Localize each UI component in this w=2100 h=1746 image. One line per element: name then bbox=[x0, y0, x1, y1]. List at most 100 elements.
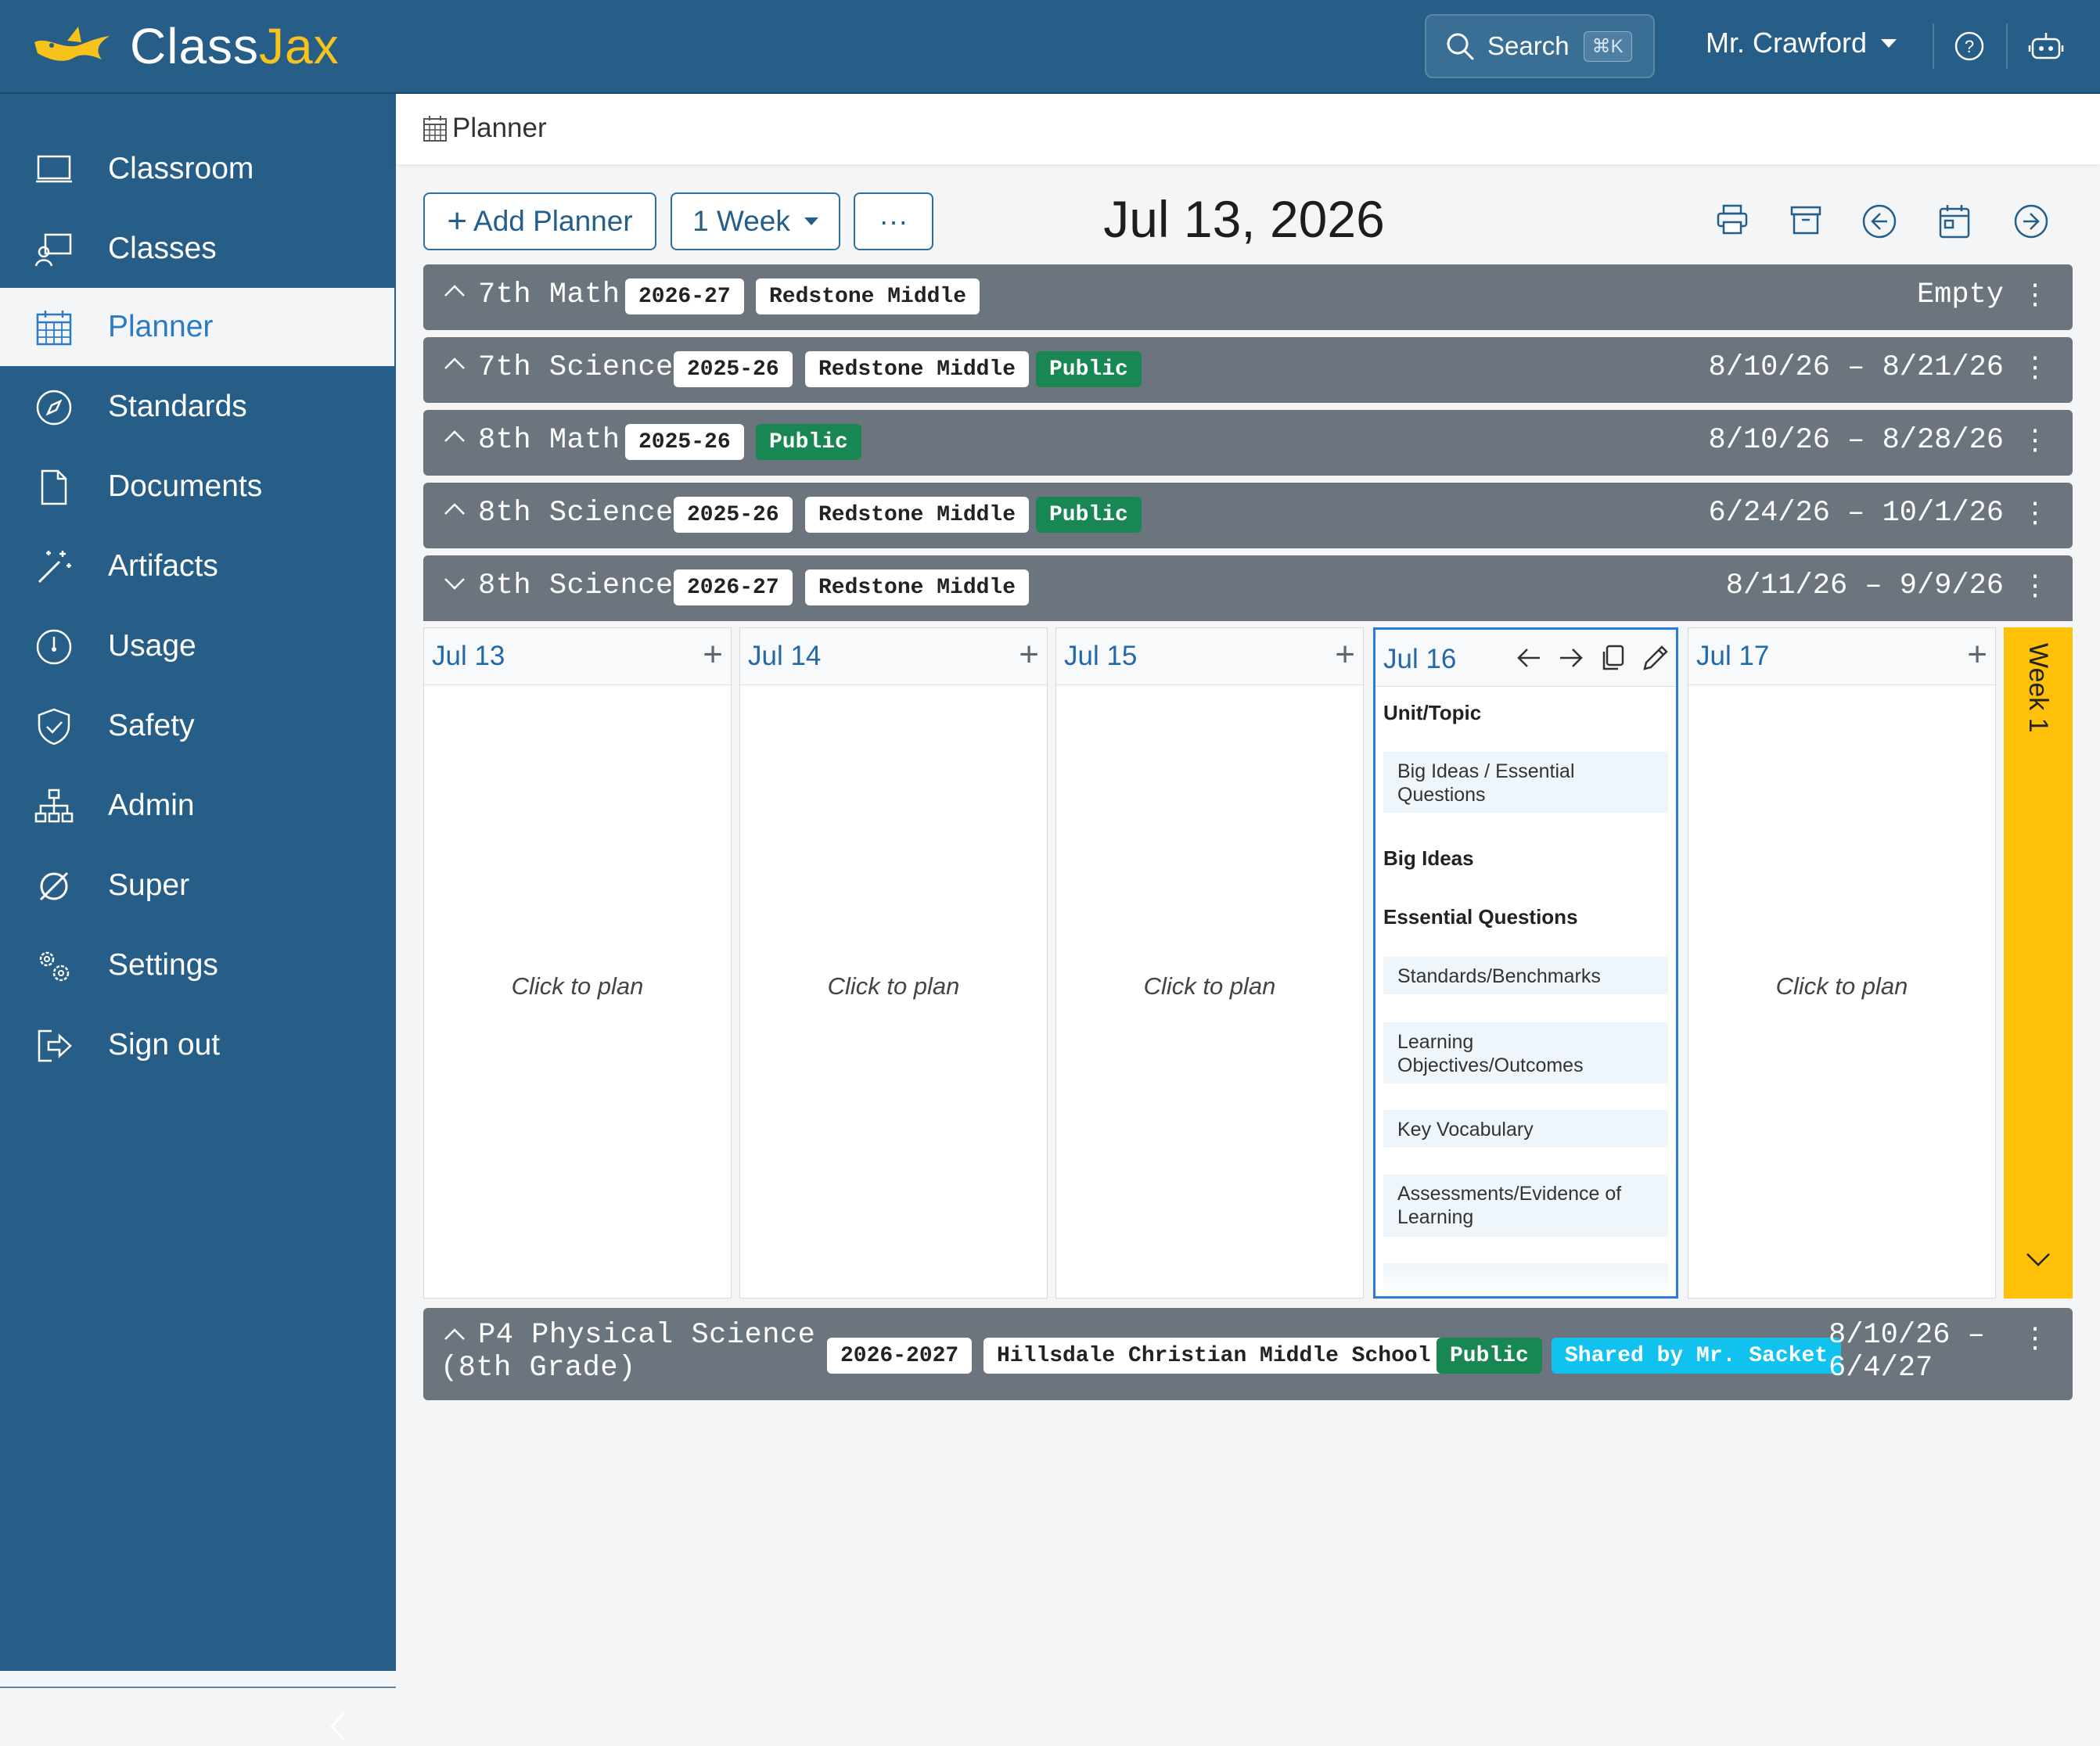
planner-row-expanded[interactable]: 8th Science 2026-27 Redstone Middle 8/11… bbox=[423, 555, 2073, 621]
day-column[interactable]: Jul 17 + Click to plan bbox=[1688, 627, 1996, 1299]
planner-row[interactable]: P4 Physical Science (8th Grade) 2026-202… bbox=[423, 1308, 2073, 1400]
sidebar-item-admin[interactable]: Admin bbox=[0, 767, 396, 845]
school-badge: Redstone Middle bbox=[756, 278, 980, 314]
add-lesson-icon[interactable]: + bbox=[703, 638, 723, 672]
calendar-today-icon[interactable] bbox=[1938, 203, 1971, 239]
previous-week-icon[interactable] bbox=[1861, 203, 1897, 239]
sidebar-item-super[interactable]: Super bbox=[0, 846, 396, 925]
section-unit-topic: Unit/Topic bbox=[1383, 701, 1482, 724]
search-label: Search bbox=[1487, 31, 1570, 60]
kebab-menu-icon[interactable]: ⋮ bbox=[2021, 353, 2049, 381]
user-name: Mr. Crawford bbox=[1706, 27, 1868, 59]
kebab-menu-icon[interactable]: ⋮ bbox=[2021, 1324, 2049, 1352]
current-date: Jul 13, 2026 bbox=[1103, 190, 1385, 248]
kebab-menu-icon[interactable]: ⋮ bbox=[2021, 280, 2049, 308]
shared-badge: Shared by Mr. Sacket bbox=[1552, 1338, 1842, 1374]
sidebar-item-usage[interactable]: Usage bbox=[0, 607, 396, 685]
robot-icon[interactable] bbox=[2028, 30, 2064, 63]
add-lesson-icon[interactable]: + bbox=[1967, 638, 1987, 672]
lesson-section-assessments[interactable]: Assessments/Evidence of Learning bbox=[1383, 1174, 1668, 1237]
week-select[interactable]: 1 Week bbox=[671, 192, 840, 250]
add-lesson-icon[interactable]: + bbox=[1335, 638, 1355, 672]
help-icon[interactable]: ? bbox=[1953, 30, 1986, 63]
sidebar-item-sign-out[interactable]: Sign out bbox=[0, 1006, 396, 1084]
print-icon[interactable] bbox=[1716, 203, 1749, 236]
day-label: Jul 16 bbox=[1383, 644, 1457, 674]
more-icon: ··· bbox=[879, 205, 908, 237]
sidebar-item-label: Super bbox=[108, 868, 190, 902]
search-button[interactable]: Search ⌘K bbox=[1425, 14, 1655, 78]
sidebar-item-classroom[interactable]: Classroom bbox=[0, 130, 396, 208]
logo[interactable]: ClassJax bbox=[31, 17, 340, 75]
click-to-plan[interactable]: Click to plan bbox=[740, 972, 1047, 1001]
next-week-icon[interactable] bbox=[2013, 203, 2049, 239]
sidebar-divider bbox=[0, 1687, 396, 1688]
kebab-menu-icon[interactable]: ⋮ bbox=[2021, 498, 2049, 526]
calendar-icon bbox=[423, 116, 447, 142]
chevron-down-icon bbox=[1881, 38, 1897, 48]
kebab-menu-icon[interactable]: ⋮ bbox=[2021, 571, 2049, 599]
add-planner-button[interactable]: + Add Planner bbox=[423, 192, 656, 250]
sidebar-item-label: Sign out bbox=[108, 1028, 221, 1062]
week-bar[interactable]: Week 1 bbox=[2004, 627, 2073, 1299]
day-header: Jul 15 + bbox=[1056, 628, 1363, 685]
chevron-up-icon[interactable] bbox=[442, 282, 467, 299]
date-range: Empty bbox=[1916, 278, 2004, 311]
add-lesson-icon[interactable]: + bbox=[1019, 638, 1039, 672]
sidebar-item-artifacts[interactable]: Artifacts bbox=[0, 527, 396, 605]
day-column[interactable]: Jul 15 + Click to plan bbox=[1055, 627, 1364, 1299]
date-range-line1: 8/10/26 – bbox=[1829, 1319, 1985, 1352]
day-column-active[interactable]: Jul 16 Unit/Topic Big Ideas / Essential … bbox=[1373, 627, 1678, 1299]
chevron-down-icon[interactable] bbox=[442, 576, 467, 593]
click-to-plan[interactable]: Click to plan bbox=[1056, 972, 1363, 1001]
lesson-section-big-ideas-eq[interactable]: Big Ideas / Essential Questions bbox=[1383, 752, 1668, 813]
date-range-line2: 6/4/27 bbox=[1829, 1352, 1933, 1385]
chevron-up-icon[interactable] bbox=[442, 500, 467, 517]
more-button[interactable]: ··· bbox=[854, 192, 933, 250]
public-badge: Public bbox=[756, 424, 861, 460]
arrow-right-icon[interactable] bbox=[1557, 645, 1585, 670]
day-column[interactable]: Jul 13 + Click to plan bbox=[423, 627, 732, 1299]
planner-name: 7th Math bbox=[478, 278, 620, 311]
sidebar-item-standards[interactable]: Standards bbox=[0, 368, 396, 446]
sidebar-item-safety[interactable]: Safety bbox=[0, 687, 396, 765]
sidebar-item-settings[interactable]: Settings bbox=[0, 926, 396, 1004]
chevron-up-icon[interactable] bbox=[442, 427, 467, 444]
lesson-section-vocabulary[interactable]: Key Vocabulary bbox=[1383, 1110, 1668, 1148]
planner-row[interactable]: 7th Science 2025-26 Redstone Middle Publ… bbox=[423, 337, 2073, 403]
top-navbar: ClassJax Search ⌘K Mr. Crawford ? bbox=[0, 0, 2100, 94]
sign-out-icon bbox=[38, 1029, 72, 1062]
sidebar-item-documents[interactable]: Documents bbox=[0, 447, 396, 526]
sidebar-item-label: Standards bbox=[108, 390, 247, 423]
lesson-section-objectives[interactable]: Learning Objectives/Outcomes bbox=[1383, 1022, 1668, 1083]
day-label: Jul 15 bbox=[1064, 641, 1138, 671]
item-text: Big Ideas / Essential bbox=[1397, 760, 1575, 782]
planner-row[interactable]: 8th Science 2025-26 Redstone Middle Publ… bbox=[423, 483, 2073, 548]
item-text: Learning bbox=[1397, 1031, 1474, 1053]
compass-icon bbox=[36, 390, 72, 426]
click-to-plan[interactable]: Click to plan bbox=[424, 972, 731, 1001]
arrow-left-icon[interactable] bbox=[1515, 645, 1543, 670]
chevron-down-icon[interactable] bbox=[2024, 1250, 2052, 1269]
planner-row[interactable]: 8th Math 2025-26 Public 8/10/26 – 8/28/2… bbox=[423, 410, 2073, 476]
sidebar: Classroom Classes Planner Standards Docu… bbox=[0, 94, 396, 1741]
chevron-up-icon[interactable] bbox=[442, 354, 467, 372]
year-badge: 2025-26 bbox=[674, 497, 793, 533]
day-column[interactable]: Jul 14 + Click to plan bbox=[739, 627, 1048, 1299]
planner-name: 7th Science bbox=[478, 351, 674, 384]
lesson-section-more[interactable] bbox=[1383, 1263, 1668, 1296]
pencil-icon[interactable] bbox=[1642, 644, 1670, 672]
click-to-plan[interactable]: Click to plan bbox=[1688, 972, 1995, 1001]
chevron-up-icon[interactable] bbox=[442, 1325, 467, 1342]
copy-icon[interactable] bbox=[1599, 644, 1626, 672]
lesson-section-standards[interactable]: Standards/Benchmarks bbox=[1383, 957, 1668, 994]
planner-row[interactable]: 7th Math 2026-27 Redstone Middle Empty ⋮ bbox=[423, 264, 2073, 330]
sidebar-item-classes[interactable]: Classes bbox=[0, 210, 396, 288]
user-menu[interactable]: Mr. Crawford bbox=[1706, 27, 1897, 59]
chevron-left-icon[interactable] bbox=[322, 1707, 354, 1746]
kebab-menu-icon[interactable]: ⋮ bbox=[2021, 426, 2049, 454]
day-label: Jul 13 bbox=[432, 641, 505, 671]
archive-icon[interactable] bbox=[1789, 203, 1822, 236]
sidebar-item-planner[interactable]: Planner bbox=[0, 288, 394, 366]
divider bbox=[2006, 23, 2008, 69]
